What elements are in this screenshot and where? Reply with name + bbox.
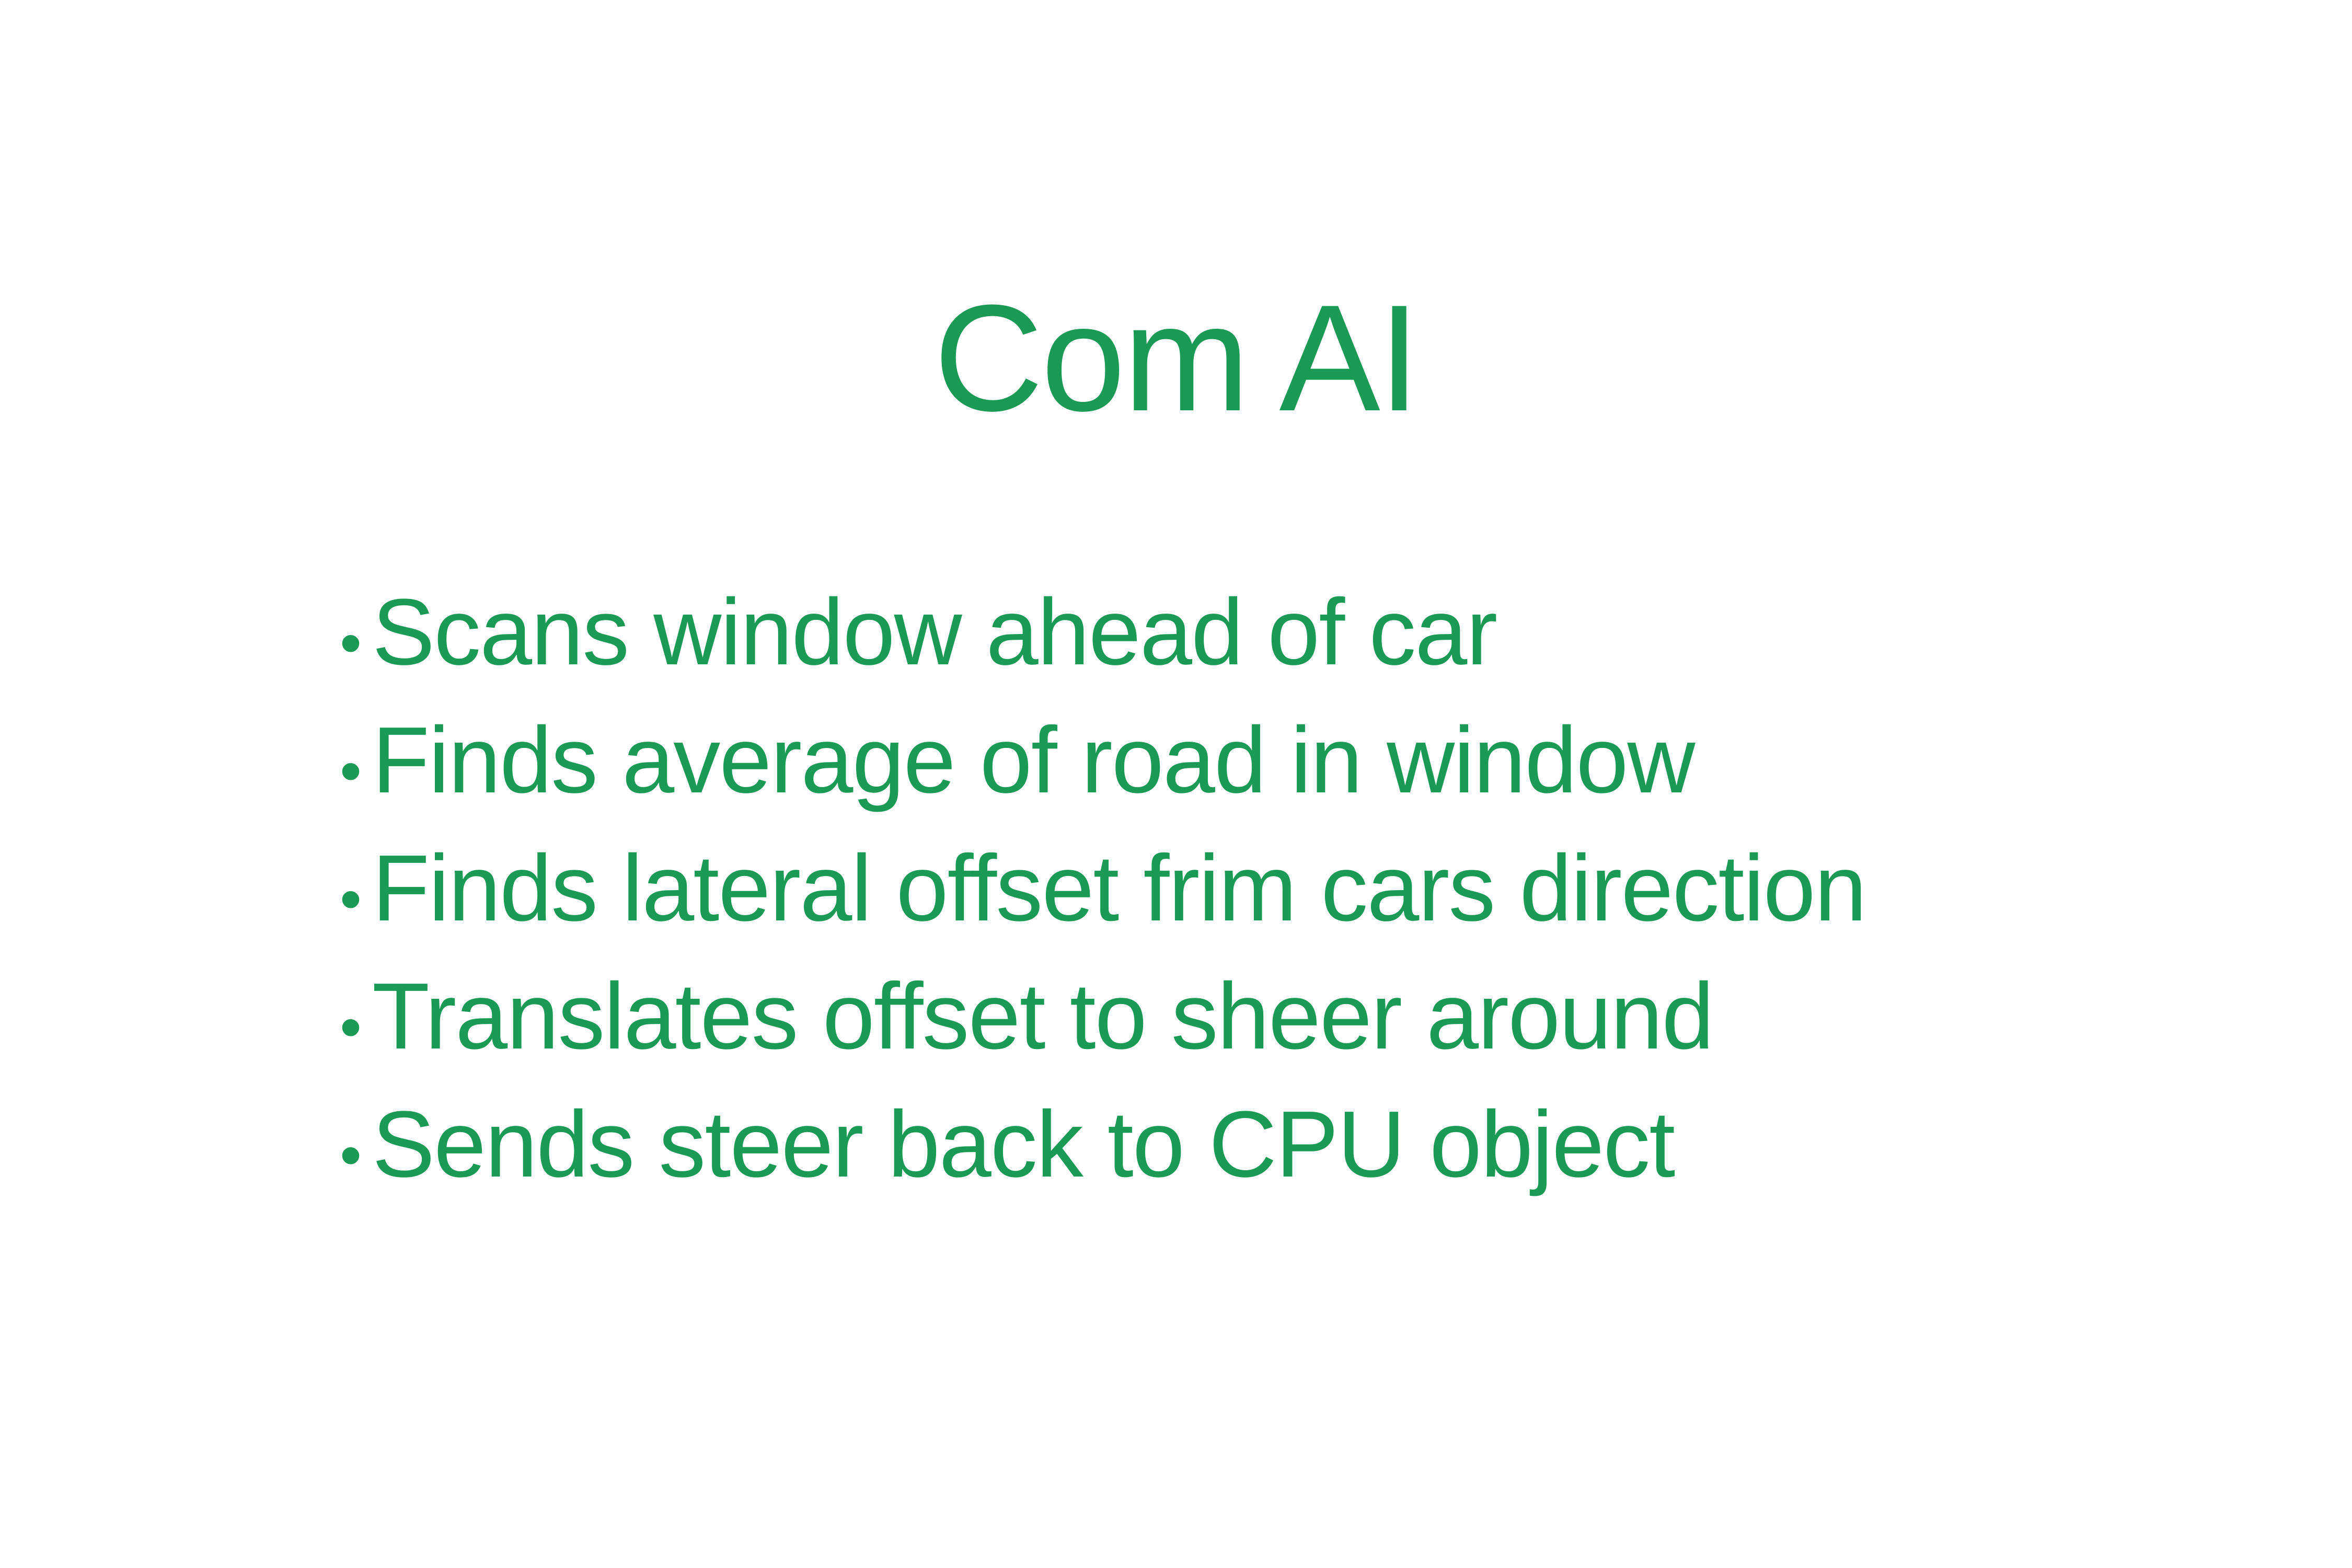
bullet-text: Scans window ahead of car [372,580,1497,685]
slide: Com AI • Scans window ahead of car • Fin… [0,0,2352,1568]
bullet-item: • Scans window ahead of car [340,585,1866,713]
bullet-text: Translates offset to sheer around [372,964,1714,1069]
bullet-text: Finds average of road in window [372,708,1695,813]
bullet-item: • Sends steer back to CPU object [340,1098,1866,1226]
bullet-icon: • [340,864,362,934]
bullet-item: • Finds average of road in window [340,713,1866,841]
bullet-icon: • [340,608,362,678]
bullet-item: • Translates offset to sheer around [340,970,1866,1098]
bullet-list: • Scans window ahead of car • Finds aver… [340,585,1867,1226]
bullet-icon: • [340,992,362,1062]
bullet-icon: • [340,736,362,806]
bullet-icon: • [340,1120,362,1190]
slide-title: Com AI [933,273,1421,443]
bullet-text: Finds lateral offset frim cars direction [372,836,1867,941]
bullet-text: Sends steer back to CPU object [372,1092,1675,1197]
bullet-item: • Finds lateral offset frim cars directi… [340,836,1867,970]
